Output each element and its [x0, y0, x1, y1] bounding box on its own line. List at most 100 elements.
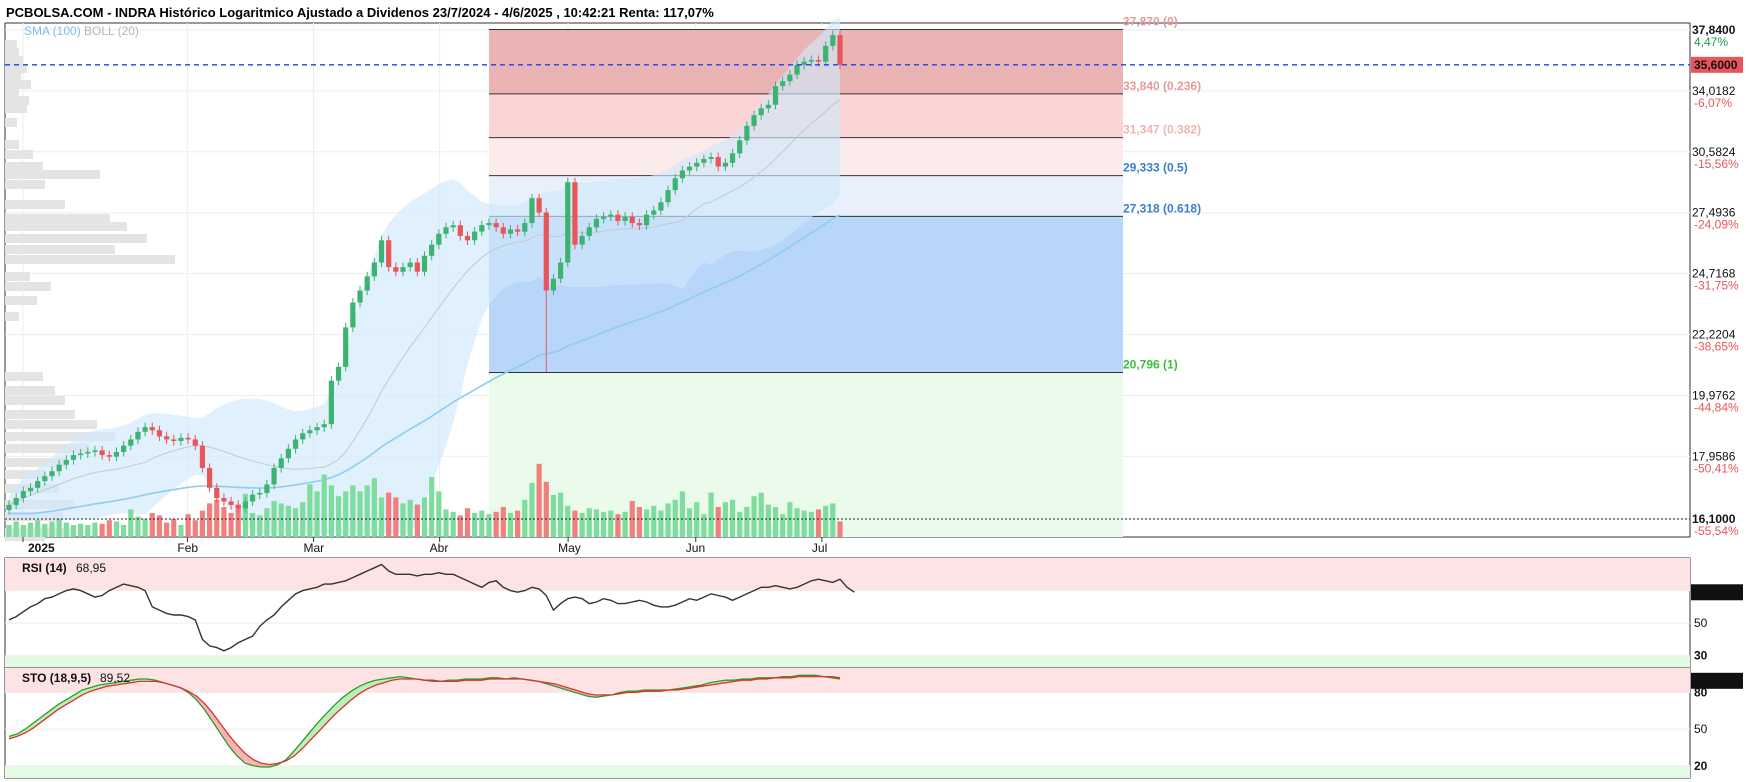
candle [823, 45, 829, 62]
fib-level-label: 31,347 (0.382) [1123, 123, 1201, 137]
volume-bar [737, 511, 743, 537]
volume-profile-bar [5, 180, 45, 189]
volume-bar [636, 507, 643, 537]
candle [271, 467, 277, 485]
candle [443, 227, 449, 234]
percent-tick-label: -44,84% [1694, 400, 1739, 414]
volume-profile-bar [5, 40, 17, 49]
volume-bar [285, 505, 291, 537]
candle [701, 158, 707, 163]
sto-tick-label: 50 [1694, 722, 1708, 736]
candle [113, 451, 120, 457]
fib-level-label: 33,840 (0.236) [1123, 79, 1201, 93]
time-tick-label: 2025 [28, 541, 55, 555]
rsi-overbought-zone [5, 558, 1690, 591]
percent-tick-label: -50,41% [1694, 461, 1739, 475]
volume-bar [615, 514, 621, 537]
candle [658, 202, 664, 211]
candle [586, 227, 592, 236]
candle [27, 487, 34, 492]
candle [665, 190, 671, 203]
volume-bar [679, 491, 685, 537]
candle [629, 216, 635, 224]
volume-bar [42, 523, 48, 537]
time-tick-label: Mar [304, 541, 325, 555]
sto-value: 89,52 [100, 671, 130, 685]
volume-bar [164, 522, 170, 537]
volume-bar [622, 511, 628, 537]
time-tick-label: Feb [177, 541, 198, 555]
volume-bar [364, 485, 370, 537]
candle [343, 327, 349, 367]
candle [228, 501, 234, 505]
candle [751, 115, 757, 126]
candle [708, 157, 714, 159]
candle [185, 437, 191, 440]
volume-bar [13, 521, 19, 537]
candle [694, 162, 700, 167]
sto-tick-label: 20 [1694, 759, 1708, 773]
volume-profile-bar [5, 80, 31, 89]
candle [729, 153, 736, 163]
candle [550, 278, 557, 291]
candle [164, 436, 170, 440]
volume-bar [450, 511, 456, 537]
candle [515, 229, 521, 232]
candle [722, 162, 728, 167]
rsi-label: RSI (14) [22, 561, 67, 575]
time-tick-label: Jul [812, 541, 827, 555]
candle [672, 178, 678, 191]
candle [285, 448, 291, 459]
candle [85, 451, 91, 454]
candle [13, 498, 19, 505]
rsi-current-value: 68,950 [1694, 585, 1731, 599]
volume-bar [142, 519, 148, 537]
volume-bar [49, 521, 55, 537]
candle [436, 233, 442, 245]
volume-profile-bar [5, 170, 100, 179]
volume-bar [579, 513, 585, 537]
volume-bar [830, 503, 836, 537]
percent-tick-label: -55,54% [1694, 524, 1739, 538]
candle [70, 455, 77, 460]
volume-bar [63, 522, 69, 537]
candle [364, 276, 370, 291]
volume-bar [314, 491, 320, 537]
percent-tick-label: -38,65% [1694, 340, 1739, 354]
candle [156, 430, 163, 437]
volume-bar [479, 510, 485, 537]
candle [78, 453, 84, 456]
candle [608, 214, 614, 217]
candle [128, 439, 134, 446]
candle [622, 216, 628, 221]
sto-label: STO (18,9,5) [22, 671, 91, 685]
volume-bar [92, 522, 98, 537]
candle [558, 262, 564, 279]
volume-bar [228, 513, 234, 537]
volume-bar [429, 477, 435, 537]
candle [715, 157, 721, 167]
candle [500, 227, 506, 234]
volume-bar [472, 513, 478, 537]
candle [780, 81, 786, 87]
candle [543, 212, 549, 291]
candle [772, 86, 779, 105]
candle [242, 501, 249, 509]
volume-bar [794, 508, 800, 537]
candle [522, 223, 528, 232]
volume-bar [264, 508, 270, 537]
volume-bar [701, 514, 707, 537]
volume-bar [600, 511, 607, 537]
sma-legend: SMA (100) [24, 24, 81, 38]
fib-level-label: 27,318 (0.618) [1123, 201, 1201, 215]
time-tick-label: May [558, 541, 581, 555]
volume-bar [400, 503, 406, 537]
candle [579, 235, 585, 245]
volume-bar [70, 525, 77, 537]
fib-level-label: 37,870 (0) [1123, 14, 1178, 28]
volume-bar [651, 505, 657, 537]
candle [651, 210, 657, 215]
volume-bar [85, 525, 91, 537]
candle [536, 198, 542, 213]
boll-legend: BOLL (20) [84, 24, 139, 38]
